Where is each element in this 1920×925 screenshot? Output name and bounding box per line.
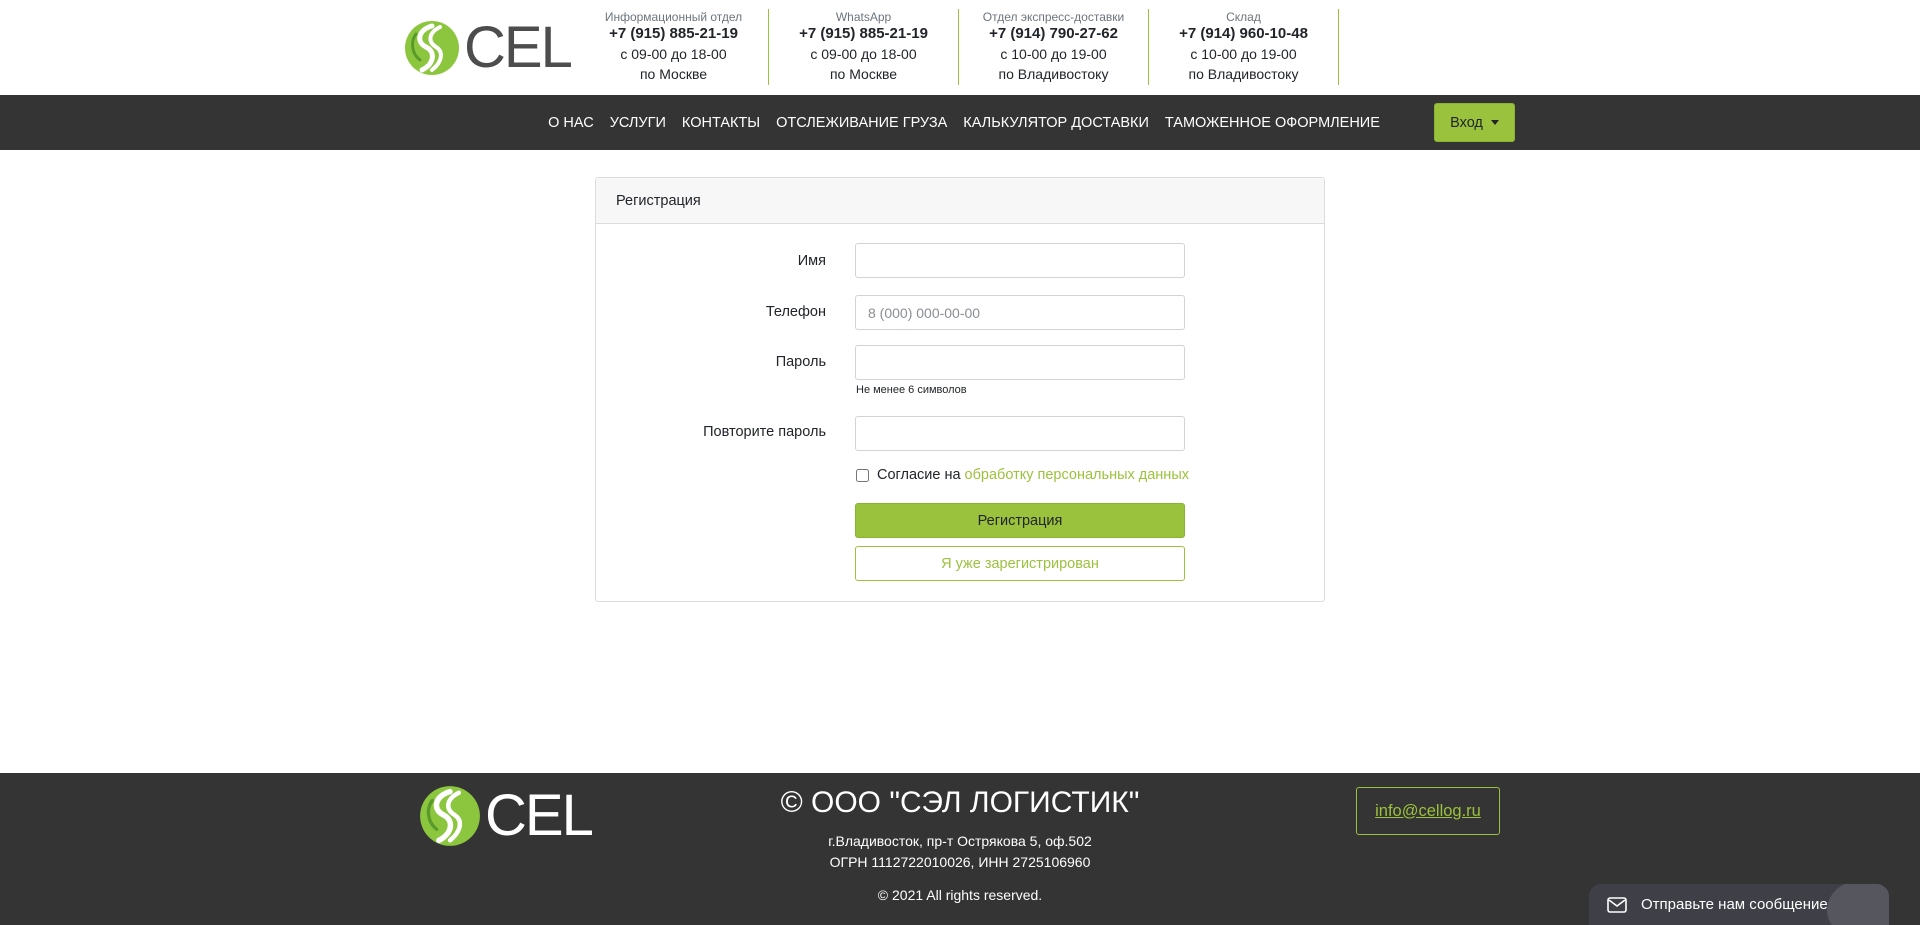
company-name: © ООО "СЭЛ ЛОГИСТИК" — [780, 786, 1140, 819]
card-title: Регистрация — [596, 178, 1324, 224]
already-registered-button[interactable]: Я уже зарегистрирован — [855, 546, 1185, 581]
contact-hours: с 10-00 до 19-00 — [1190, 46, 1297, 62]
address-line: г.Владивосток, пр-т Острякова 5, оф.502 — [828, 833, 1092, 849]
contact-info-department: Информационный отдел +7 (915) 885-21-19 … — [579, 9, 769, 85]
contact-zone: по Москве — [639, 66, 708, 82]
repeat-password-label: Повторите пароль — [703, 424, 826, 440]
contact-zone: по Владивостоку — [998, 66, 1109, 82]
caret-down-icon — [1490, 120, 1499, 125]
contact-warehouse: Склад +7 (914) 960-10-48 с 10-00 до 19-0… — [1149, 9, 1339, 85]
privacy-policy-link[interactable]: обработку персональных данных — [965, 467, 1189, 483]
consent-row: Согласие на обработку персональных данны… — [855, 467, 1189, 483]
main-navbar: О НАС УСЛУГИ КОНТАКТЫ ОТСЛЕЖИВАНИЕ ГРУЗА… — [0, 95, 1920, 150]
nav-item-about[interactable]: О НАС — [540, 115, 602, 131]
login-dropdown-button[interactable]: Вход — [1434, 103, 1515, 142]
register-button[interactable]: Регистрация — [855, 503, 1185, 538]
password-input[interactable] — [855, 345, 1185, 380]
contact-label: WhatsApp — [835, 10, 892, 24]
password-label: Пароль — [775, 354, 826, 370]
login-label: Вход — [1450, 114, 1483, 131]
contact-zone: по Москве — [829, 66, 898, 82]
password-hint: Не менее 6 символов — [856, 384, 967, 396]
contact-phone[interactable]: +7 (915) 885-21-19 — [769, 24, 958, 44]
phone-label: Телефон — [765, 304, 826, 320]
nav-links: О НАС УСЛУГИ КОНТАКТЫ ОТСЛЕЖИВАНИЕ ГРУЗА… — [0, 95, 1920, 150]
registration-card: Регистрация Имя Телефон Пароль Не менее … — [595, 177, 1325, 602]
chat-decoration — [1827, 884, 1889, 925]
nav-item-tracking[interactable]: ОТСЛЕЖИВАНИЕ ГРУЗА — [768, 115, 955, 131]
footer-logo[interactable]: CEL — [419, 783, 594, 848]
contact-express-delivery: Отдел экспресс-доставки +7 (914) 790-27-… — [959, 9, 1149, 85]
mail-icon — [1607, 896, 1627, 913]
copyright: © 2021 All rights reserved. — [877, 887, 1043, 903]
consent-text: Согласие на — [877, 467, 961, 483]
logo-swirl-icon — [405, 21, 459, 75]
nav-item-customs[interactable]: ТАМОЖЕННОЕ ОФОРМЛЕНИЕ — [1157, 115, 1388, 131]
email-link[interactable]: info@cellog.ru — [1356, 787, 1500, 835]
contact-zone: по Владивостоку — [1188, 66, 1299, 82]
name-input[interactable] — [855, 243, 1185, 278]
contact-hours: с 09-00 до 18-00 — [810, 46, 917, 62]
nav-item-calculator[interactable]: КАЛЬКУЛЯТОР ДОСТАВКИ — [955, 115, 1157, 131]
logo-text: CEL — [464, 15, 573, 80]
contact-hours: с 09-00 до 18-00 — [620, 46, 727, 62]
header: CEL Информационный отдел +7 (915) 885-21… — [0, 0, 1920, 95]
site-logo[interactable]: CEL — [404, 15, 573, 80]
contact-hours: с 10-00 до 19-00 — [1000, 46, 1107, 62]
contact-phone[interactable]: +7 (915) 885-21-19 — [579, 24, 768, 44]
nav-item-contacts[interactable]: КОНТАКТЫ — [674, 115, 768, 131]
chat-widget[interactable]: Отправьте нам сообщение — [1589, 884, 1889, 925]
repeat-password-input[interactable] — [855, 416, 1185, 451]
company-address: г.Владивосток, пр-т Острякова 5, оф.502 … — [660, 831, 1260, 873]
contact-phone[interactable]: +7 (914) 790-27-62 — [959, 24, 1148, 44]
consent-checkbox[interactable] — [856, 468, 869, 482]
logo-swirl-icon — [420, 786, 480, 846]
contact-whatsapp: WhatsApp +7 (915) 885-21-19 с 09-00 до 1… — [769, 9, 959, 85]
nav-item-services[interactable]: УСЛУГИ — [602, 115, 674, 131]
logo-text: CEL — [485, 783, 594, 848]
contact-phone[interactable]: +7 (914) 960-10-48 — [1149, 24, 1338, 44]
contact-label: Информационный отдел — [604, 10, 743, 24]
chat-label: Отправьте нам сообщение — [1641, 896, 1828, 913]
contact-label: Отдел экспресс-доставки — [982, 10, 1125, 24]
phone-input[interactable] — [855, 295, 1185, 330]
registration-line: ОГРН 1112722010026, ИНН 2725106960 — [829, 854, 1091, 870]
contact-label: Склад — [1226, 10, 1261, 24]
name-label: Имя — [797, 253, 826, 269]
